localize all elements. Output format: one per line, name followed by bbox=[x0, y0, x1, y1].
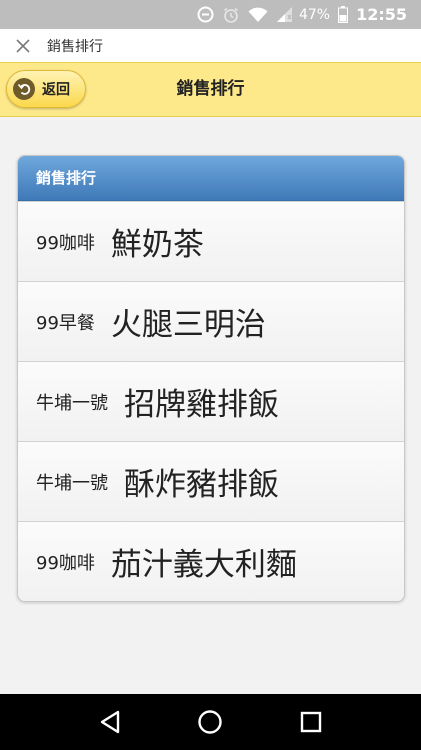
clock: 12:55 bbox=[356, 5, 407, 24]
dish-name: 鮮奶茶 bbox=[110, 227, 204, 263]
app-header: 返回 銷售排行 bbox=[0, 62, 421, 117]
shop-name: 牛埔一號 bbox=[36, 472, 108, 494]
alarm-icon bbox=[222, 6, 240, 24]
webview-title: 銷售排行 bbox=[47, 38, 103, 55]
sales-ranking-list: 銷售排行 99咖啡 鮮奶茶 99早餐 火腿三明治 牛埔一號 招牌雞排飯 牛埔一號… bbox=[17, 155, 405, 602]
system-nav-bar bbox=[0, 694, 421, 750]
dish-name: 茄汁義大利麵 bbox=[110, 547, 297, 583]
close-icon[interactable] bbox=[14, 37, 32, 55]
battery-percent: 47% bbox=[298, 6, 331, 23]
back-button[interactable]: 返回 bbox=[6, 70, 86, 108]
shop-name: 99早餐 bbox=[36, 312, 95, 334]
signal-icon bbox=[276, 6, 293, 23]
shop-name: 99咖啡 bbox=[36, 232, 95, 254]
list-item[interactable]: 99咖啡 鮮奶茶 bbox=[18, 201, 404, 281]
recents-icon[interactable] bbox=[291, 702, 331, 742]
undo-arrow-icon bbox=[13, 78, 35, 100]
home-icon[interactable] bbox=[190, 702, 230, 742]
status-bar: 47% 12:55 bbox=[0, 0, 421, 29]
dish-name: 酥炸豬排飯 bbox=[124, 467, 279, 503]
main-content: 銷售排行 99咖啡 鮮奶茶 99早餐 火腿三明治 牛埔一號 招牌雞排飯 牛埔一號… bbox=[0, 117, 421, 694]
list-item[interactable]: 牛埔一號 招牌雞排飯 bbox=[18, 361, 404, 441]
dish-name: 火腿三明治 bbox=[110, 307, 266, 343]
list-item[interactable]: 99咖啡 茄汁義大利麵 bbox=[18, 521, 404, 601]
dish-name: 招牌雞排飯 bbox=[124, 387, 279, 423]
wifi-icon bbox=[248, 7, 268, 23]
list-divider: 銷售排行 bbox=[18, 156, 404, 201]
webview-toolbar: 銷售排行 bbox=[0, 29, 421, 62]
data-saver-icon bbox=[197, 6, 214, 23]
shop-name: 99咖啡 bbox=[36, 552, 95, 574]
list-item[interactable]: 99早餐 火腿三明治 bbox=[18, 281, 404, 361]
back-button-label: 返回 bbox=[42, 82, 70, 98]
back-icon[interactable] bbox=[90, 702, 130, 742]
shop-name: 牛埔一號 bbox=[36, 392, 108, 414]
battery-icon bbox=[338, 6, 349, 23]
list-item[interactable]: 牛埔一號 酥炸豬排飯 bbox=[18, 441, 404, 521]
